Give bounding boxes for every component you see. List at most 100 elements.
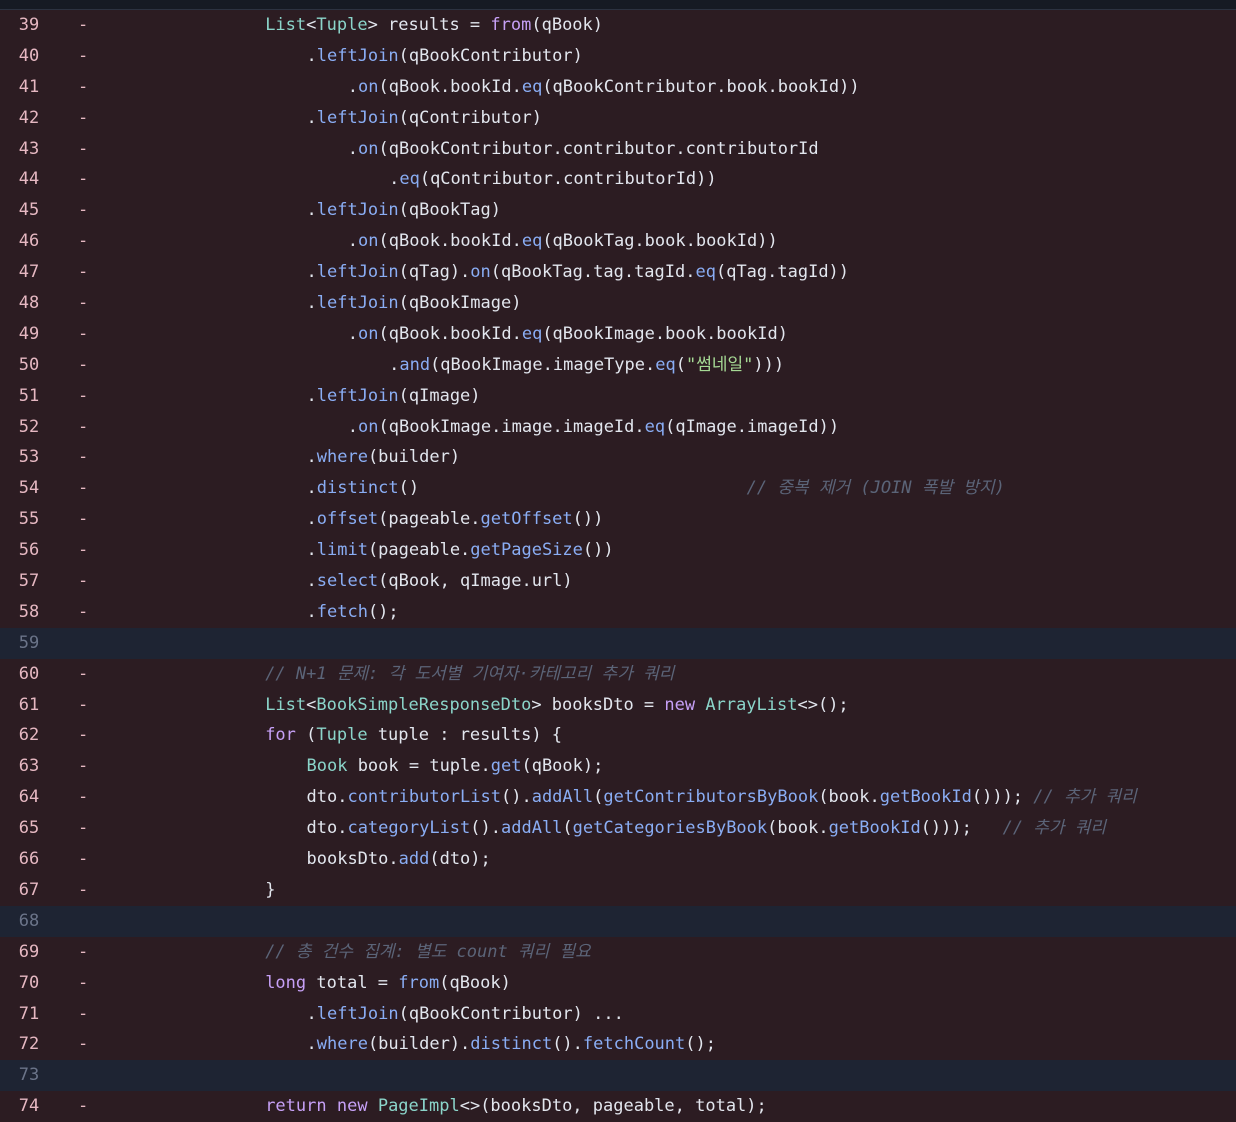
code-token: addAll	[531, 787, 594, 808]
code-token: (qBookContributor.contributor.contributo…	[378, 138, 819, 159]
code-token: on	[358, 323, 379, 344]
code-token: (qContributor.contributorId))	[419, 169, 717, 190]
code-token: on	[358, 231, 379, 252]
deletion-marker: -	[78, 138, 89, 159]
deletion-marker: -	[78, 200, 89, 221]
code-token: ();	[367, 601, 399, 622]
code-token: List	[265, 694, 307, 715]
code-comment: // 중복 제거 (JOIN 폭발 방지)	[746, 478, 1005, 499]
code-token: .	[306, 45, 317, 66]
code-token: (qBook, qImage.url)	[378, 571, 573, 592]
code-token: .	[389, 169, 400, 190]
code-token: .	[389, 354, 400, 375]
diff-deleted-line: 56 - .limit(pageable.getPageSize())	[0, 535, 1236, 567]
code-token: "썸네일"	[685, 354, 754, 375]
code-token: .	[347, 231, 359, 252]
deletion-marker: -	[78, 45, 89, 66]
deletion-marker: -	[78, 849, 89, 870]
code-token: (qBookContributor) ...	[398, 1003, 624, 1024]
code-token: ()));	[920, 818, 1003, 839]
line-number: 74	[18, 1096, 40, 1117]
diff-deleted-line: 74- return new PageImpl<>(booksDto, pagea…	[0, 1091, 1236, 1122]
code-token: .	[347, 416, 359, 437]
code-token: ()	[398, 478, 747, 499]
code-token: fetchCount	[582, 1034, 686, 1055]
code-token: (qBook);	[521, 756, 604, 777]
code-token: dto.	[306, 787, 348, 808]
code-token: new	[664, 694, 696, 715]
code-text: .fetch();	[100, 597, 1236, 628]
diff-context-line: 73	[0, 1060, 1236, 1092]
code-token: contributorList	[347, 787, 501, 808]
code-token: (	[675, 354, 686, 375]
code-token: getBookId	[828, 818, 921, 839]
code-token: ()));	[971, 787, 1034, 808]
code-token: (qTag.tagId))	[715, 262, 850, 283]
code-token: ().	[470, 818, 501, 839]
code-token: > booksDto =	[531, 694, 665, 715]
diff-deleted-line: 44 - .eq(qContributor.contributorId))	[0, 164, 1236, 196]
code-token: and	[399, 354, 431, 375]
code-token: )))	[753, 354, 785, 375]
code-token: leftJoin	[316, 262, 399, 283]
code-token: Tuple	[316, 15, 368, 35]
deletion-marker: -	[78, 1096, 89, 1117]
code-token: dto.	[306, 818, 348, 839]
code-token: getOffset	[480, 509, 573, 530]
diff-deleted-line: 58 - .fetch();	[0, 596, 1236, 628]
line-number: 54	[18, 478, 40, 499]
code-token: ().	[552, 1034, 583, 1055]
code-token: leftJoin	[316, 1003, 399, 1024]
line-number: 63	[18, 756, 40, 777]
diff-deleted-line: 62- for (Tuple tuple : results) {	[0, 720, 1236, 752]
code-token: from	[490, 15, 532, 35]
code-text: .where(builder).distinct().fetchCount();	[100, 1029, 1236, 1060]
deletion-marker: -	[78, 76, 89, 97]
code-token: limit	[316, 540, 368, 561]
diff-deleted-line: 53 - .where(builder)	[0, 442, 1236, 474]
code-token: (qBookTag.book.bookId))	[542, 231, 778, 252]
line-number: 44	[18, 169, 40, 190]
line-number: 50	[18, 354, 40, 375]
code-text: .leftJoin(qBookImage)	[100, 288, 1236, 319]
deletion-marker: -	[78, 879, 89, 900]
code-token: <	[306, 694, 317, 715]
code-token: .	[306, 385, 317, 406]
code-token: (qBook)	[531, 15, 604, 35]
code-diff-view: 39- List<Tuple> results = from(qBook) 40-.…	[0, 10, 1236, 1122]
line-number: 72	[18, 1034, 40, 1055]
line-number: 53	[18, 447, 40, 468]
code-text: }	[100, 875, 1236, 906]
code-token: (dto);	[429, 849, 491, 870]
diff-deleted-line: 47 - .leftJoin(qTag).on(qBookTag.tag.tagId…	[0, 257, 1236, 289]
diff-deleted-line: 60 - // N+1 문제: 각 도서별 기여자·카테고리 추가 쿼리	[0, 658, 1236, 690]
code-token: .	[306, 478, 317, 499]
line-number: 68	[18, 910, 40, 931]
line-number: 62	[18, 725, 40, 746]
code-token: ArrayList	[705, 694, 798, 715]
line-number: 47	[18, 262, 40, 283]
code-token: select	[316, 571, 379, 592]
code-text: .and(qBookImage.imageType.eq("썸네일")))	[100, 350, 1236, 381]
code-token: ().	[500, 787, 532, 808]
code-text: List<BookSimpleResponseDto> booksDto = n…	[100, 690, 1236, 721]
code-token: eq	[521, 323, 543, 344]
code-token: (builder)	[367, 447, 461, 468]
code-token: getContributorsByBook	[603, 787, 819, 808]
code-token: (	[562, 818, 573, 839]
line-number: 58	[18, 601, 40, 622]
deletion-marker: -	[78, 756, 89, 777]
line-number: 60	[18, 663, 40, 684]
deletion-marker: -	[78, 416, 89, 437]
diff-deleted-line: 61- List<BookSimpleResponseDto> booksDto …	[0, 689, 1236, 721]
line-number: 57	[18, 571, 40, 592]
code-token: leftJoin	[316, 107, 399, 128]
code-token: <	[306, 15, 317, 35]
deletion-marker: -	[78, 787, 89, 808]
code-token: (qBookImage.image.imageId.	[378, 416, 645, 437]
deletion-marker: -	[78, 231, 89, 252]
code-text: dto.categoryList().addAll(getCategoriesB…	[100, 813, 1236, 844]
deletion-marker: -	[78, 725, 89, 746]
code-token: get	[490, 756, 522, 777]
diff-deleted-line: 51 - .leftJoin(qImage)	[0, 380, 1236, 412]
